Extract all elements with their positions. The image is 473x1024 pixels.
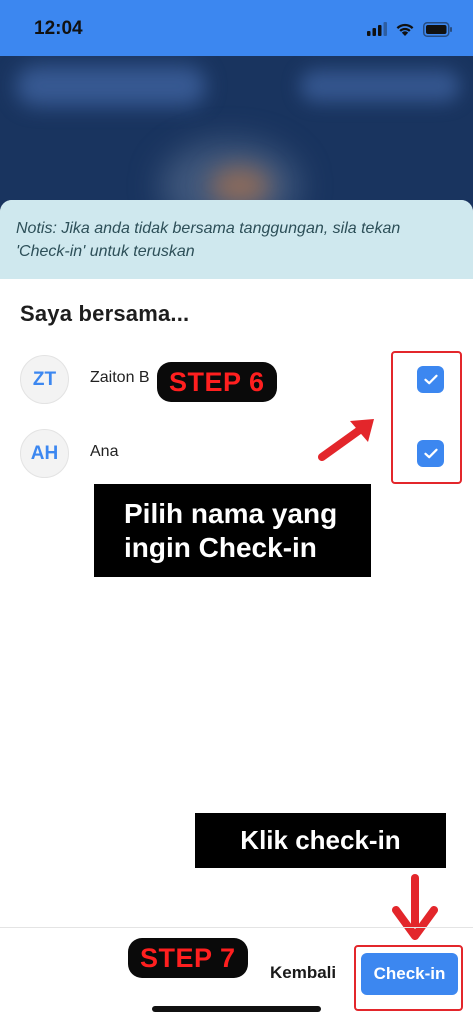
footer-divider xyxy=(0,927,473,928)
section-title: Saya bersama... xyxy=(20,301,190,326)
status-bar: 12:04 xyxy=(0,0,473,56)
person-name: Zaiton B xyxy=(90,369,150,386)
step6-label: STEP 6 xyxy=(157,362,277,402)
step7-label: STEP 7 xyxy=(128,938,248,978)
wifi-icon xyxy=(396,23,414,36)
red-arrow-down-icon xyxy=(392,874,438,940)
step6-instruction-box: Pilih nama yang ingin Check-in xyxy=(94,484,371,577)
step7-instruction-box: Klik check-in xyxy=(195,813,446,868)
step6-note-line1: Pilih nama yang xyxy=(124,498,338,529)
checkin-button[interactable]: Check-in xyxy=(361,953,458,995)
step6-note-line2: ingin Check-in xyxy=(124,532,317,563)
avatar: AH xyxy=(20,429,69,478)
notice-banner: Notis: Jika anda tidak bersama tanggunga… xyxy=(0,200,473,279)
back-button[interactable]: Kembali xyxy=(270,963,336,983)
blurred-header-background xyxy=(0,56,473,216)
red-arrow-icon xyxy=(318,419,374,461)
checkbox-highlight-frame xyxy=(391,351,462,484)
status-icons xyxy=(367,20,453,38)
status-time: 12:04 xyxy=(34,18,83,39)
home-indicator xyxy=(152,1006,321,1012)
battery-icon xyxy=(423,21,452,37)
signal-icon xyxy=(367,22,387,36)
notice-text: Notis: Jika anda tidak bersama tanggunga… xyxy=(16,220,401,260)
avatar: ZT xyxy=(20,355,69,404)
person-name: Ana xyxy=(90,443,119,460)
step7-note: Klik check-in xyxy=(240,825,401,855)
